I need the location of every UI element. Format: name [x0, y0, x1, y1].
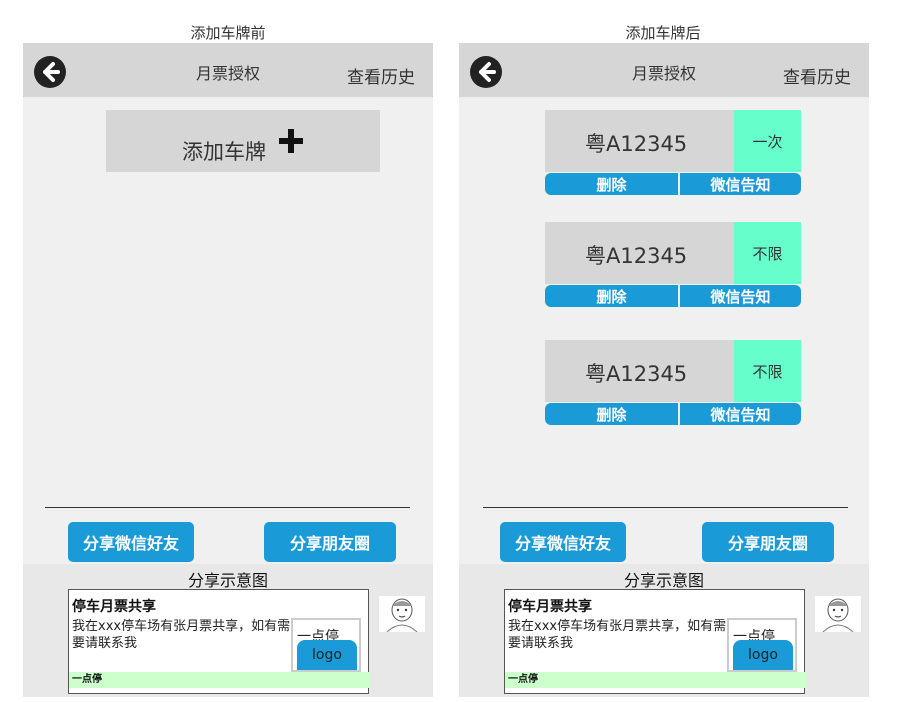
share-moments-button[interactable]: 分享朋友圈: [702, 522, 834, 562]
caption-before: 添加车牌前: [190, 24, 266, 42]
delete-button[interactable]: 删除: [545, 285, 678, 307]
share-example-title: 分享示意图: [623, 571, 704, 590]
share-moments-button[interactable]: 分享朋友圈: [264, 522, 396, 562]
share-card-text: 我在xxx停车场有张月票共享，如有需要请联系我: [508, 619, 727, 651]
plate-tag: 不限: [734, 340, 801, 402]
plate-number: 粤A12345: [585, 362, 688, 386]
logo-label: logo: [297, 640, 357, 670]
page-title: 月票授权: [195, 64, 260, 83]
screen-after: 月票授权 查看历史 粤A12345 一次 删除 微信告知 粤A12345 不限 …: [459, 43, 869, 697]
logo-image: 一点停 logo: [727, 618, 797, 672]
avatar: [815, 596, 861, 633]
share-wechat-friend-button[interactable]: 分享微信好友: [68, 522, 194, 562]
avatar: [379, 596, 425, 633]
share-card: 停车月票共享 我在xxx停车场有张月票共享，如有需要请联系我 一点停 logo …: [504, 589, 806, 694]
share-card-text: 我在xxx停车场有张月票共享，如有需要请联系我: [72, 619, 291, 651]
plus-icon: [279, 129, 303, 153]
plate-actions: 删除 微信告知: [545, 285, 801, 307]
plate-item: 粤A12345 不限: [545, 222, 801, 284]
top-bar: 月票授权 查看历史: [23, 43, 433, 97]
view-history-link[interactable]: 查看历史: [347, 63, 415, 88]
back-arrow-icon[interactable]: [34, 56, 66, 88]
add-plate-button[interactable]: 添加车牌: [106, 110, 380, 172]
delete-button[interactable]: 删除: [545, 173, 678, 195]
top-bar: 月票授权 查看历史: [459, 43, 869, 97]
plate-number: 粤A12345: [585, 244, 688, 268]
divider: [483, 507, 848, 508]
page-title: 月票授权: [631, 64, 696, 83]
share-card-footer: 一点停: [505, 672, 806, 688]
logo-image: 一点停 logo: [291, 618, 361, 672]
screen-before: 月票授权 查看历史 添加车牌 分享微信好友 分享朋友圈 分享示意图 停车月票共享…: [23, 43, 433, 697]
share-wechat-friend-button[interactable]: 分享微信好友: [500, 522, 626, 562]
share-card-title: 停车月票共享: [508, 599, 592, 615]
divider: [45, 507, 410, 508]
back-arrow-icon[interactable]: [470, 56, 502, 88]
plate-item: 粤A12345 不限: [545, 340, 801, 402]
wechat-notify-button[interactable]: 微信告知: [680, 285, 801, 307]
share-card-footer: 一点停: [69, 672, 370, 688]
share-example-title: 分享示意图: [187, 571, 268, 590]
add-plate-label: 添加车牌: [182, 140, 266, 164]
view-history-link[interactable]: 查看历史: [783, 63, 851, 88]
delete-button[interactable]: 删除: [545, 403, 678, 425]
plate-number: 粤A12345: [585, 132, 688, 156]
share-card-title: 停车月票共享: [72, 599, 156, 615]
share-card: 停车月票共享 我在xxx停车场有张月票共享，如有需要请联系我 一点停 logo …: [68, 589, 370, 694]
plate-actions: 删除 微信告知: [545, 173, 801, 195]
logo-label: logo: [733, 640, 793, 670]
plate-item: 粤A12345 一次: [545, 110, 801, 172]
plate-tag: 不限: [734, 222, 801, 284]
plate-actions: 删除 微信告知: [545, 403, 801, 425]
wechat-notify-button[interactable]: 微信告知: [680, 403, 801, 425]
caption-after: 添加车牌后: [625, 24, 701, 42]
plate-tag: 一次: [734, 110, 801, 172]
wechat-notify-button[interactable]: 微信告知: [680, 173, 801, 195]
